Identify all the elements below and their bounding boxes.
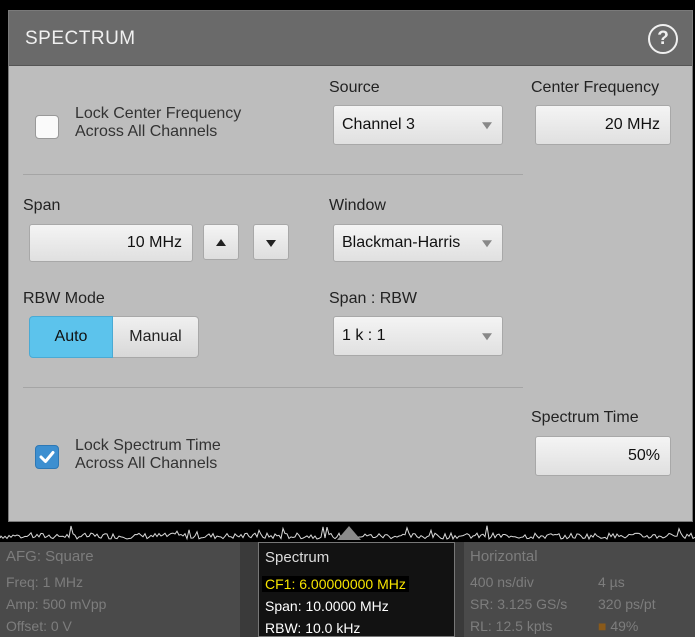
- results-bar: AFG: Square Freq: 1 MHz Amp: 500 mVpp Of…: [0, 542, 695, 637]
- checkmark-icon: [39, 451, 55, 463]
- afg-badge[interactable]: AFG: Square Freq: 1 MHz Amp: 500 mVpp Of…: [0, 542, 240, 637]
- center-frequency-input[interactable]: 20 MHz: [535, 105, 671, 145]
- spectrum-rbw: RBW: 10.0 kHz: [265, 620, 361, 636]
- lock-spectrum-time-checkbox[interactable]: [35, 445, 59, 469]
- afg-freq: Freq: 1 MHz: [6, 574, 84, 590]
- arrow-down-icon: [266, 240, 276, 247]
- span-rbw-value: 1 k : 1: [342, 327, 386, 344]
- horizontal-scale: 400 ns/div: [470, 574, 534, 590]
- chevron-down-icon: [482, 333, 492, 341]
- dialog-titlebar: SPECTRUM ?: [9, 11, 692, 66]
- rbw-mode-label: RBW Mode: [23, 290, 105, 307]
- span-label: Span: [23, 197, 61, 214]
- center-frequency-value: 20 MHz: [604, 116, 660, 133]
- span-rbw-dropdown[interactable]: 1 k : 1: [333, 316, 503, 356]
- span-value: 10 MHz: [126, 234, 182, 251]
- divider: [23, 387, 523, 388]
- horizontal-badge[interactable]: Horizontal 400 ns/div 4 µs SR: 3.125 GS/…: [464, 542, 695, 637]
- help-circle-icon[interactable]: ?: [648, 24, 678, 54]
- trigger-position-icon: ■: [598, 618, 607, 634]
- lock-center-line1: Lock Center Frequency: [75, 105, 242, 122]
- chevron-down-icon: [482, 240, 492, 248]
- afg-amp: Amp: 500 mVpp: [6, 596, 107, 612]
- span-rbw-label: Span : RBW: [329, 290, 418, 307]
- spectrum-dialog: SPECTRUM ? Lock Center Frequency Across …: [8, 10, 693, 522]
- horizontal-position-row: ■ 49%: [598, 618, 638, 634]
- spectrum-badge-title: Spectrum: [265, 549, 330, 566]
- spectrum-time-value: 50%: [627, 447, 660, 464]
- span-increment-button[interactable]: [203, 224, 239, 260]
- chevron-down-icon: [482, 122, 492, 130]
- afg-offset: Offset: 0 V: [6, 618, 72, 634]
- horizontal-duration: 4 µs: [598, 574, 625, 590]
- horizontal-sample-rate: SR: 3.125 GS/s: [470, 596, 568, 612]
- span-decrement-button[interactable]: [253, 224, 289, 260]
- rbw-mode-auto-button[interactable]: Auto: [29, 316, 113, 358]
- span-input[interactable]: 10 MHz: [29, 224, 193, 262]
- lock-spectrum-line2: Across All Channels: [75, 455, 218, 472]
- badge-pointer-icon: [337, 526, 361, 540]
- source-value: Channel 3: [342, 116, 415, 133]
- lock-center-frequency-checkbox[interactable]: [35, 115, 59, 139]
- lock-center-frequency-label: Lock Center Frequency Across All Channel…: [75, 105, 241, 141]
- spectrum-time-input[interactable]: 50%: [535, 436, 671, 476]
- window-value: Blackman-Harris: [342, 234, 461, 251]
- horizontal-point-time: 320 ps/pt: [598, 596, 656, 612]
- spectrum-span: Span: 10.0000 MHz: [265, 598, 389, 614]
- source-label: Source: [329, 79, 380, 96]
- dialog-title: SPECTRUM: [25, 28, 136, 49]
- source-dropdown[interactable]: Channel 3: [333, 105, 503, 145]
- lock-center-line2: Across All Channels: [75, 123, 218, 140]
- afg-badge-title: AFG: Square: [6, 548, 94, 565]
- spectrum-cf-row: CF1: 6.00000000 MHz: [262, 576, 409, 592]
- rbw-mode-manual-button[interactable]: Manual: [113, 316, 199, 358]
- window-label: Window: [329, 197, 386, 214]
- arrow-up-icon: [216, 239, 226, 246]
- horizontal-record-length: RL: 12.5 kpts: [470, 618, 553, 634]
- divider: [23, 174, 523, 175]
- center-frequency-label: Center Frequency: [531, 79, 660, 96]
- lock-spectrum-line1: Lock Spectrum Time: [75, 437, 221, 454]
- spectrum-time-label: Spectrum Time: [531, 409, 639, 426]
- horizontal-position: 49%: [610, 618, 639, 634]
- spectrum-cf: CF1: 6.00000000 MHz: [262, 576, 409, 592]
- spectrum-badge[interactable]: Spectrum CF1: 6.00000000 MHz Span: 10.00…: [258, 542, 455, 637]
- lock-spectrum-time-label: Lock Spectrum Time Across All Channels: [75, 437, 221, 473]
- horizontal-badge-title: Horizontal: [470, 548, 538, 565]
- window-dropdown[interactable]: Blackman-Harris: [333, 224, 503, 262]
